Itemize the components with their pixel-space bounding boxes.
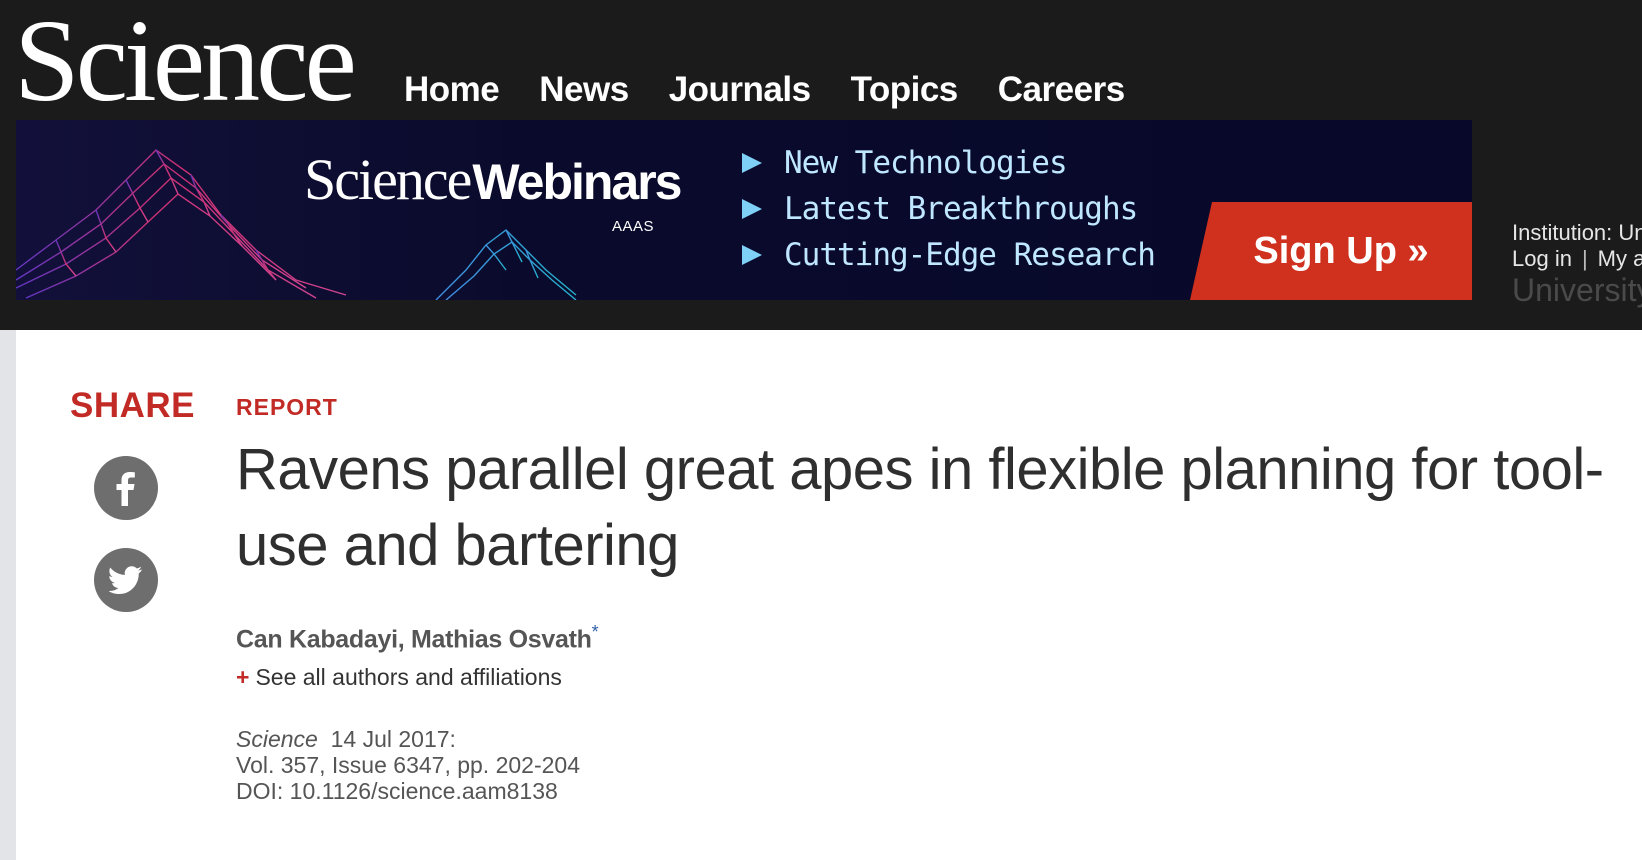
nav-careers[interactable]: Careers — [998, 70, 1125, 110]
institution-panel: Institution: Un Log in | My a University — [1512, 220, 1642, 308]
nav-home[interactable]: Home — [404, 70, 500, 110]
list-item: Latest Breakthroughs — [742, 186, 1155, 232]
plus-icon: + — [236, 664, 250, 690]
university-name: University — [1512, 272, 1642, 308]
author-list: Can Kabadayi, Mathias Osvath* — [236, 622, 599, 654]
list-item: New Technologies — [742, 140, 1155, 186]
main-nav: Home News Journals Topics Careers — [404, 70, 1125, 110]
facebook-icon — [116, 472, 135, 506]
play-arrow-icon — [742, 245, 762, 265]
webinars-brand: ScienceWebinars — [304, 146, 683, 213]
aaas-logo: AAAS — [612, 218, 655, 235]
login-link[interactable]: Log in — [1512, 246, 1572, 271]
brand-webinars: Webinars — [472, 154, 682, 210]
author-names[interactable]: Can Kabadayi, Mathias Osvath — [236, 625, 592, 653]
brand-science: Science — [304, 147, 472, 212]
publication-date: 14 Jul 2017: — [330, 726, 456, 752]
webinar-topics: New Technologies Latest Breakthroughs Cu… — [742, 140, 1156, 278]
share-label: SHARE — [70, 386, 196, 425]
nav-news[interactable]: News — [539, 70, 629, 110]
account-links: Log in | My a — [1512, 246, 1642, 272]
play-arrow-icon — [742, 199, 762, 219]
my-account-link[interactable]: My a — [1598, 246, 1642, 271]
see-affiliations-link[interactable]: + See all authors and affiliations — [236, 664, 562, 691]
webinars-ad-banner[interactable]: ScienceWebinars AAAS New Technologies La… — [16, 120, 1472, 300]
citation-block: Science 14 Jul 2017: Vol. 357, Issue 634… — [236, 726, 580, 804]
doi[interactable]: DOI: 10.1126/science.aam8138 — [236, 778, 580, 804]
play-arrow-icon — [742, 153, 762, 173]
left-rail — [0, 330, 16, 860]
journal-name: Science — [236, 726, 318, 752]
science-logo[interactable]: Science — [14, 2, 357, 120]
list-item: Cutting-Edge Research — [742, 232, 1156, 278]
article-type-tag: REPORT — [236, 394, 338, 420]
twitter-share-button[interactable] — [94, 548, 158, 612]
volume-info: Vol. 357, Issue 6347, pp. 202-204 — [236, 752, 580, 778]
twitter-icon — [109, 566, 142, 594]
article-title: Ravens parallel great apes in flexible p… — [236, 437, 1604, 578]
nav-journals[interactable]: Journals — [669, 70, 811, 110]
citation-journal-date: Science 14 Jul 2017: — [236, 726, 580, 752]
nav-topics[interactable]: Topics — [851, 70, 959, 110]
affiliations-label: See all authors and affiliations — [255, 664, 562, 690]
sign-up-button[interactable]: Sign Up » — [1190, 202, 1472, 300]
corresponding-author-marker: * — [591, 622, 599, 642]
facebook-share-button[interactable] — [94, 456, 158, 520]
institution-label: Institution: Un — [1512, 220, 1642, 245]
site-header: Science Home News Journals Topics Career… — [0, 0, 1642, 330]
divider: | — [1581, 246, 1588, 271]
